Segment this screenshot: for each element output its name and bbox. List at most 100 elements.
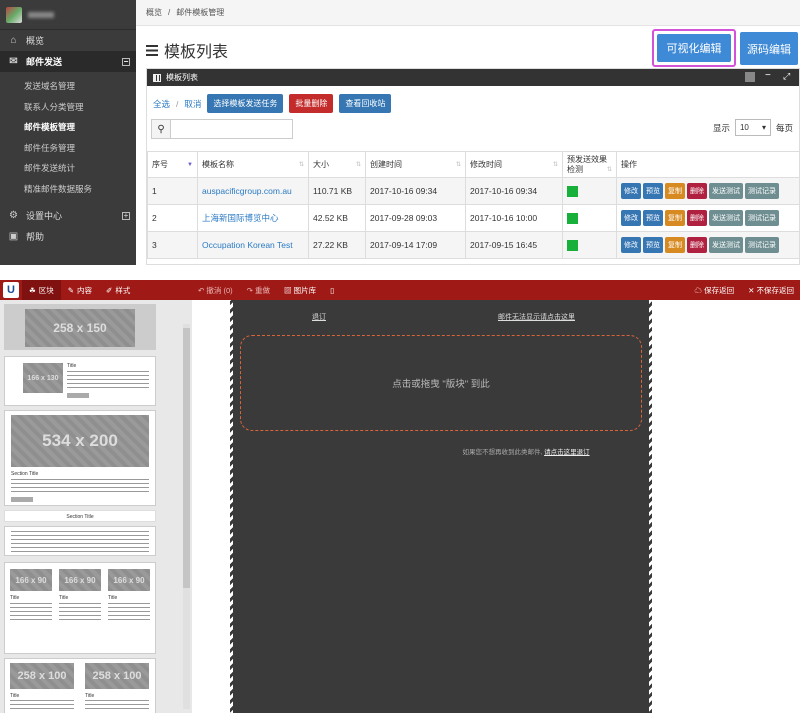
template-name-link[interactable]: auspacificgroup.com.au — [197, 177, 309, 205]
block-item[interactable]: 534 x 200 Section Title — [4, 410, 156, 506]
page-size-value: 10 — [739, 123, 749, 132]
placeholder-image: 166 x 90 — [10, 569, 52, 591]
row-action-button[interactable]: 测试记录 — [745, 237, 779, 253]
block-button — [11, 497, 33, 502]
row-action-button[interactable]: 修改 — [621, 237, 641, 253]
row-action-button[interactable]: 预览 — [643, 237, 663, 253]
view-online-link[interactable]: 邮件无法显示请点击这里 — [498, 312, 575, 322]
sort-desc-icon: ▼ — [187, 161, 193, 168]
expand-icon[interactable]: + — [122, 211, 130, 220]
row-action-button[interactable]: 发送测试 — [709, 210, 743, 226]
column-header[interactable]: 预发送效果检测 ⇅ — [562, 151, 617, 178]
save-return-button[interactable]: ☁ 保存返回 — [695, 285, 735, 296]
collapse-icon[interactable]: − — [122, 57, 130, 66]
actions-cell: 修改 预览 复制 删除 发送测试 测试记录 — [616, 177, 799, 205]
column-header: 操作 — [616, 151, 799, 178]
block-item[interactable]: 166 x 90 166 x 90 166 x 90 Title Title T… — [4, 562, 156, 654]
actions-cell: 修改 预览 复制 删除 发送测试 测试记录 — [616, 204, 799, 232]
column-header[interactable]: 创建时间 ⇅ — [365, 151, 466, 178]
row-action-button[interactable]: 复制 — [665, 237, 685, 253]
tab-blocks[interactable]: ☘ 区块 — [22, 280, 61, 300]
row-action-button[interactable]: 删除 — [687, 183, 707, 199]
row-action-button[interactable]: 发送测试 — [709, 237, 743, 253]
block-item[interactable]: 258 x 100 258 x 100 Title Title — [4, 658, 156, 713]
breadcrumb-root[interactable]: 概览 — [146, 7, 162, 18]
redo-button[interactable]: ↷ 重做 — [247, 285, 270, 296]
cancel-link[interactable]: 取消 — [184, 98, 201, 110]
row-action-button[interactable]: 测试记录 — [745, 210, 779, 226]
placeholder-image: 258 x 150 — [25, 309, 135, 347]
template-name-link[interactable]: 上海新国际博览中心 — [197, 204, 309, 232]
search-icon: ⚲ — [151, 119, 171, 139]
column-header[interactable]: 序号 ▼ — [147, 151, 198, 178]
sidebar-sub-contacts[interactable]: 联系人分类管理 — [0, 97, 136, 118]
block-text — [85, 700, 149, 712]
batch-delete-button[interactable]: 批量删除 — [289, 94, 334, 113]
row-action-button[interactable]: 修改 — [621, 183, 641, 199]
sort-icon: ⇅ — [552, 161, 558, 168]
tab-content[interactable]: ✎ 内容 — [61, 280, 99, 300]
block-item[interactable]: 166 x 130 Title — [4, 356, 156, 406]
row-action-button[interactable]: 预览 — [643, 210, 663, 226]
sidebar-sub-stats[interactable]: 邮件发送统计 — [0, 158, 136, 179]
column-header[interactable]: 修改时间 ⇅ — [465, 151, 563, 178]
row-action-button[interactable]: 删除 — [687, 237, 707, 253]
sidebar-sub-templates[interactable]: 邮件模板管理 — [0, 117, 136, 138]
color-toggle-icon[interactable] — [745, 72, 755, 82]
visual-edit-button[interactable]: 可视化编辑 — [657, 34, 731, 62]
editor-toolbar: U ☘ 区块 ✎ 内容 ✐ 样式 ↶ 撤消 (0) ↷ 重做 ▨ 图片库 ▯ ☁ 保存… — [0, 280, 800, 300]
page-title-text: 模板列表 — [164, 44, 229, 61]
choose-task-button[interactable]: 选择模板发送任务 — [207, 94, 284, 113]
image-library-button[interactable]: ▨ 图片库 — [284, 285, 316, 296]
page-size-select[interactable]: 10 ▾ — [734, 119, 771, 136]
row-action-button[interactable]: 删除 — [687, 210, 707, 226]
help-icon: ▣ — [8, 231, 19, 242]
sidebar-sub-tasks[interactable]: 邮件任务管理 — [0, 138, 136, 159]
block-title: Title — [10, 595, 20, 601]
search-input[interactable] — [171, 119, 293, 139]
scrollbar-thumb[interactable] — [183, 328, 190, 588]
row-action-button[interactable]: 复制 — [665, 210, 685, 226]
palette-scrollbar[interactable] — [183, 324, 190, 709]
block-palette: 258 x 150 166 x 130 Title 534 x 200 Sect… — [0, 300, 192, 713]
row-action-button[interactable]: 测试记录 — [745, 183, 779, 199]
footer-unsubscribe-link[interactable]: 请点击这里退订 — [544, 449, 590, 456]
template-manager-panel: ⌂ 概览 ✉ 邮件发送 − 发送域名管理 联系人分类管理 邮件模板管理 邮件任务… — [0, 0, 800, 265]
panel-header: 模板列表 − ⤢ — [147, 69, 799, 86]
sidebar-sub-domain[interactable]: 发送域名管理 — [0, 76, 136, 97]
sort-icon: ⇅ — [298, 161, 304, 168]
logo: U — [3, 282, 19, 298]
column-header[interactable]: 大小 ⇅ — [308, 151, 366, 178]
select-all-link[interactable]: 全选 — [153, 98, 170, 110]
separator: / — [176, 98, 179, 109]
detection-cell — [562, 231, 617, 259]
minimize-icon[interactable]: − — [765, 71, 775, 82]
unsubscribe-link[interactable]: 退订 — [312, 312, 326, 322]
sidebar-item-help[interactable]: ▣ 帮助 — [0, 226, 136, 247]
block-item[interactable]: Section Title — [4, 510, 156, 522]
block-item[interactable] — [4, 526, 156, 556]
user-profile[interactable] — [0, 0, 136, 30]
row-action-button[interactable]: 发送测试 — [709, 183, 743, 199]
template-name-link[interactable]: Occupation Korean Test — [197, 231, 309, 259]
row-number: 1 — [147, 177, 198, 205]
preview-button[interactable]: ▯ — [330, 286, 334, 295]
block-drop-zone[interactable]: 点击或拖曳 "版块" 到此 — [240, 335, 642, 431]
detection-cell — [562, 177, 617, 205]
recycle-bin-button[interactable]: 查看回收站 — [339, 94, 392, 113]
block-item[interactable]: 258 x 150 — [4, 304, 156, 350]
tab-style[interactable]: ✐ 样式 — [99, 280, 137, 300]
column-header[interactable]: 模板名称 ⇅ — [197, 151, 309, 178]
source-edit-button[interactable]: 源码编辑 — [740, 32, 798, 65]
save-actions: ☁ 保存返回 ✕ 不保存返回 — [695, 280, 794, 300]
sidebar-sub-data-service[interactable]: 精准邮件数据服务 — [0, 179, 136, 200]
row-action-button[interactable]: 修改 — [621, 210, 641, 226]
sidebar-item-mail-send[interactable]: ✉ 邮件发送 − — [0, 51, 136, 72]
row-action-button[interactable]: 预览 — [643, 183, 663, 199]
discard-return-button[interactable]: ✕ 不保存返回 — [748, 285, 794, 296]
row-action-button[interactable]: 复制 — [665, 183, 685, 199]
sidebar-item-overview[interactable]: ⌂ 概览 — [0, 30, 136, 51]
sidebar-item-settings[interactable]: ⚙ 设置中心 + — [0, 205, 136, 226]
undo-button[interactable]: ↶ 撤消 (0) — [198, 285, 233, 296]
fullscreen-icon[interactable]: ⤢ — [783, 72, 793, 82]
